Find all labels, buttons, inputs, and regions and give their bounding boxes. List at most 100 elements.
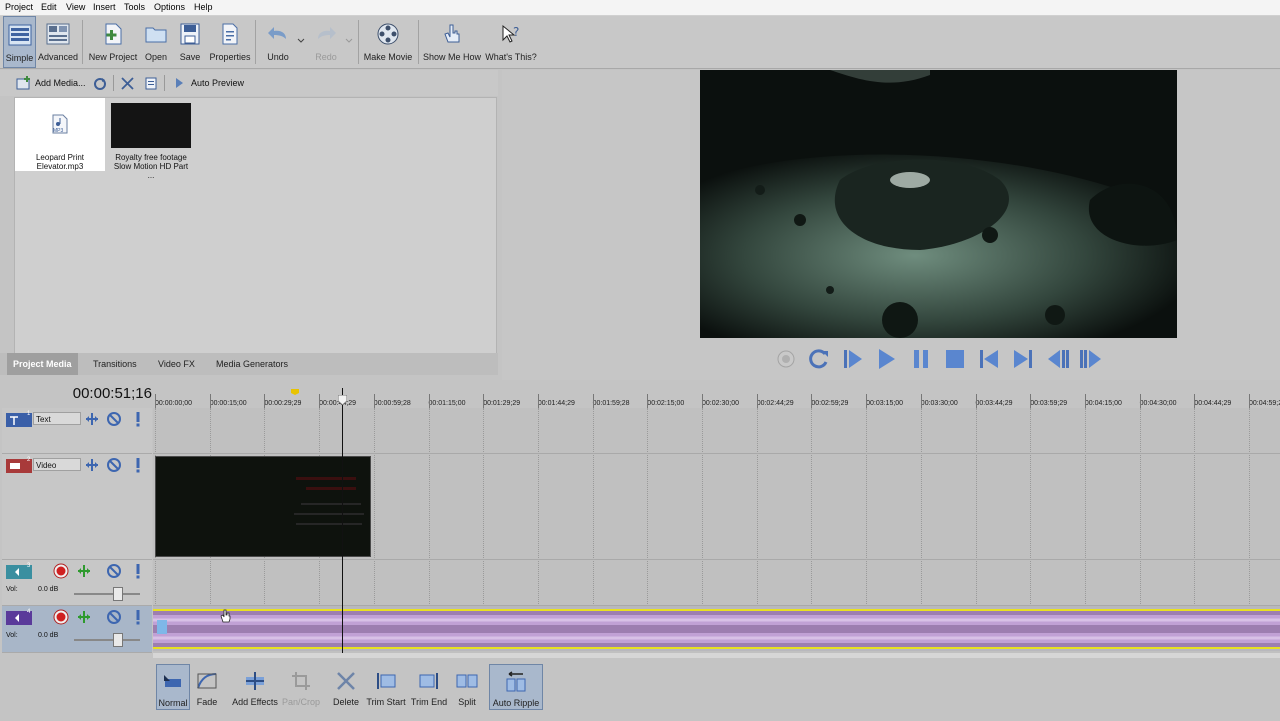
vol-label: Vol: <box>6 632 18 639</box>
ruler-tick-mark <box>264 394 266 408</box>
solo-track-icon[interactable] <box>130 411 146 427</box>
make-movie-label: Make Movie <box>363 52 413 62</box>
add-media-button[interactable]: Add Media... <box>16 76 96 92</box>
clip-fade-handle[interactable] <box>157 620 167 634</box>
menu-edit[interactable]: Edit <box>41 2 57 12</box>
text-track-header[interactable]: 1 Text <box>2 408 152 454</box>
text-track-lane[interactable] <box>153 408 1280 454</box>
volume-slider-knob[interactable] <box>112 633 123 647</box>
play-from-start-icon[interactable] <box>840 346 866 372</box>
video-track-header[interactable]: 2 Video <box>2 454 152 560</box>
redo-button[interactable]: Redo <box>310 16 342 68</box>
pause-icon[interactable] <box>908 346 934 372</box>
track-motion-icon[interactable] <box>84 411 100 427</box>
mute-track-icon[interactable] <box>106 563 122 579</box>
properties-button[interactable]: Properties <box>208 16 252 68</box>
timeline-tracks <box>153 388 1280 658</box>
folder-icon <box>145 27 167 43</box>
refresh-icon[interactable] <box>93 77 107 91</box>
media-item-name: Royalty free footage <box>115 153 187 162</box>
track-number: 2 <box>27 457 31 463</box>
mute-track-icon[interactable] <box>106 411 122 427</box>
advanced-view-button[interactable]: Advanced <box>38 16 78 68</box>
loop-playback-icon[interactable] <box>806 346 832 372</box>
stop-icon[interactable] <box>942 346 968 372</box>
media-item[interactable]: MP3 Leopard Print Elevator.mp3 <box>15 98 105 171</box>
pan-crop-button[interactable]: Pan/Crop <box>281 664 321 710</box>
new-project-button[interactable]: New Project <box>88 16 138 68</box>
media-item[interactable]: Royalty free footage Slow Motion HD Part… <box>111 98 191 180</box>
ruler-tick-mark <box>811 394 813 408</box>
track-motion-icon[interactable] <box>84 457 100 473</box>
fade-icon <box>197 673 217 689</box>
solo-track-icon[interactable] <box>130 563 146 579</box>
track-name-field[interactable]: Video <box>33 458 81 471</box>
make-movie-button[interactable]: Make Movie <box>362 16 414 68</box>
undo-dropdown[interactable] <box>296 16 306 68</box>
menu-view[interactable]: View <box>66 2 85 12</box>
split-button[interactable]: Split <box>451 664 483 710</box>
audio-track-4-header[interactable]: 4 Vol: 0.0 dB <box>2 606 152 653</box>
volume-slider[interactable] <box>74 633 140 647</box>
preview-frame <box>700 70 1177 338</box>
audio-clip[interactable] <box>153 609 1280 649</box>
track-fx-icon[interactable] <box>76 563 92 579</box>
playhead[interactable] <box>342 388 343 653</box>
menu-options[interactable]: Options <box>154 2 185 12</box>
delete-icon[interactable] <box>121 77 134 90</box>
auto-ripple-icon <box>506 671 526 692</box>
whats-this-button[interactable]: ? What's This? <box>484 16 538 68</box>
tab-video-fx[interactable]: Video FX <box>152 353 201 375</box>
menu-project[interactable]: Project <box>5 2 33 12</box>
record-arm-icon[interactable] <box>53 563 69 579</box>
playhead-handle-icon[interactable] <box>338 395 347 405</box>
play-icon[interactable] <box>873 346 899 372</box>
timeline-ruler[interactable]: 00:00:00;00 00:00:15;00 00:00:29;29 00:00:4… <box>153 388 1280 409</box>
marker-icon[interactable] <box>291 389 299 395</box>
media-properties-icon[interactable] <box>145 77 158 90</box>
menu-help[interactable]: Help <box>194 2 213 12</box>
solo-track-icon[interactable] <box>130 457 146 473</box>
simple-view-button[interactable]: Simple <box>3 16 36 68</box>
video-clip[interactable] <box>155 456 371 557</box>
normal-tool-button[interactable]: Normal <box>156 664 190 710</box>
tab-transitions[interactable]: Transitions <box>87 353 143 375</box>
trim-end-label: Trim End <box>410 697 448 707</box>
track-fx-icon[interactable] <box>76 609 92 625</box>
ruler-tick-label: 00:01:15;00 <box>428 400 466 407</box>
add-effects-button[interactable]: Add Effects <box>231 664 279 710</box>
volume-slider-knob[interactable] <box>112 587 123 601</box>
menu-insert[interactable]: Insert <box>93 2 116 12</box>
timeline-scrollbar[interactable] <box>153 653 1280 658</box>
fade-tool-button[interactable]: Fade <box>193 664 221 710</box>
redo-dropdown[interactable] <box>344 16 354 68</box>
save-button[interactable]: Save <box>176 16 204 68</box>
tab-media-generators[interactable]: Media Generators <box>210 353 294 375</box>
solo-track-icon[interactable] <box>130 609 146 625</box>
track-name-field[interactable]: Text <box>33 412 81 425</box>
ruler-tick-mark <box>1194 394 1196 408</box>
show-me-how-button[interactable]: Show Me How <box>422 16 482 68</box>
undo-button[interactable]: Undo <box>262 16 294 68</box>
ruler-tick-mark <box>319 394 321 408</box>
delete-clip-button[interactable]: Delete <box>331 664 361 710</box>
menu-tools[interactable]: Tools <box>124 2 145 12</box>
tab-project-media[interactable]: Project Media <box>7 353 78 375</box>
open-button[interactable]: Open <box>142 16 170 68</box>
trim-start-button[interactable]: Trim Start <box>365 664 407 710</box>
next-frame-icon[interactable] <box>1078 346 1104 372</box>
audio-track-3-header[interactable]: 3 Vol: 0.0 dB <box>2 560 152 606</box>
record-icon <box>777 350 795 368</box>
auto-preview-toggle[interactable]: Auto Preview <box>172 76 252 92</box>
trim-end-button[interactable]: Trim End <box>409 664 449 710</box>
mute-track-icon[interactable] <box>106 609 122 625</box>
go-to-start-icon[interactable] <box>976 346 1002 372</box>
mute-track-icon[interactable] <box>106 457 122 473</box>
auto-ripple-button[interactable]: Auto Ripple <box>489 664 543 710</box>
go-to-end-icon[interactable] <box>1010 346 1036 372</box>
previous-frame-icon[interactable] <box>1045 346 1071 372</box>
volume-slider[interactable] <box>74 587 140 601</box>
audio-track-3-lane[interactable] <box>153 560 1280 606</box>
new-project-label: New Project <box>88 52 138 62</box>
record-arm-icon[interactable] <box>53 609 69 625</box>
